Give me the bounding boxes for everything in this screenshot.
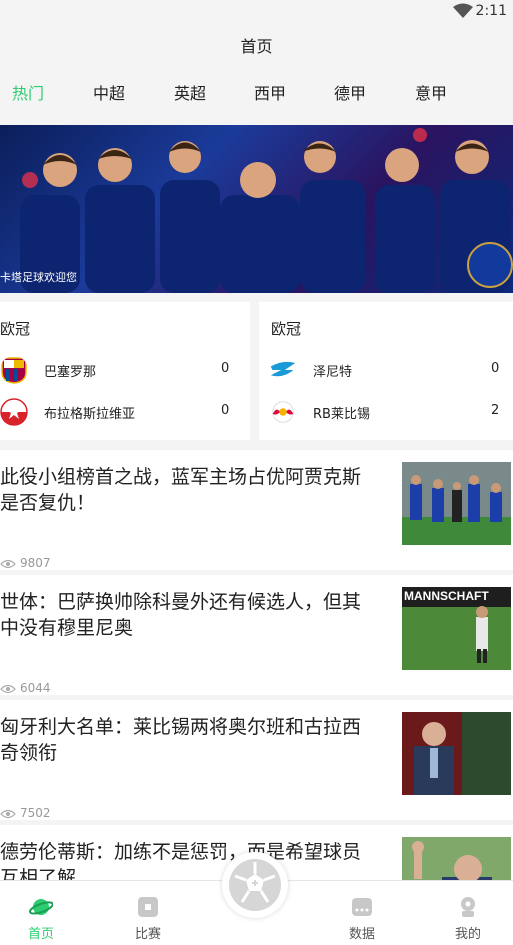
news-item[interactable]: 此役小组榜首之战，蓝军主场占优阿贾克斯是否复仇！ 9807 [0,450,513,570]
league-tabs: 热门 中超 英超 西甲 德甲 意甲 [0,72,513,116]
eye-icon [0,684,16,693]
match-card[interactable]: 欧冠 巴塞罗那 0 布拉格斯拉维亚 0 [0,302,250,440]
team-score: 0 [221,361,230,376]
banner-caption: 卡塔足球欢迎您 [0,271,77,284]
team-row: RB莱比锡 2 [269,398,513,428]
nav-label: 我的 [454,927,481,942]
nav-match[interactable]: 比赛 [118,881,178,942]
tab-seriea[interactable]: 意甲 [415,80,447,104]
nav-data[interactable]: 数据 [332,881,392,942]
data-icon [352,898,372,916]
center-ball-button[interactable] [222,852,288,918]
slavia-prague-logo-icon [0,398,28,426]
news-views: 7502 [0,806,51,820]
page-title: 首页 [0,22,513,72]
status-time: 2:11 [475,3,507,19]
eye-icon [0,809,16,818]
eye-icon [0,559,16,568]
tab-hot[interactable]: 热门 [12,80,44,104]
thumbnail-banner-text: MANNSCHAFT [404,589,489,603]
nav-label: 首页 [27,927,54,942]
tab-epl[interactable]: 英超 [174,80,206,104]
nav-label: 数据 [348,927,375,942]
banner-carousel[interactable]: 卡塔足球欢迎您 [0,125,513,293]
views-count: 6044 [20,681,51,695]
news-thumbnail [402,462,511,545]
match-league: 欧冠 [0,320,31,338]
team-name: 泽尼特 [313,365,353,380]
wifi-icon [453,3,473,18]
match-card[interactable]: 欧冠 泽尼特 0 RB莱比锡 2 [259,302,513,440]
nav-label: 比赛 [134,927,161,942]
planet-icon [29,899,53,915]
team-name: RB莱比锡 [313,407,370,422]
team-row: 巴塞罗那 0 [0,356,250,386]
news-item[interactable]: 匈牙利大名单：莱比锡两将奥尔班和古拉西奇领衔 7502 [0,700,513,820]
news-thumbnail: MANNSCHAFT [402,587,511,670]
team-name: 巴塞罗那 [44,365,97,380]
news-thumbnail [402,712,511,795]
banner-players-image [20,128,513,293]
status-bar: 2:11 [0,0,513,22]
news-title: 世体：巴萨换帅除科曼外还有候选人，但其中没有穆里尼奥 [0,591,362,639]
nav-home[interactable]: 首页 [11,881,71,942]
team-row: 泽尼特 0 [269,356,513,386]
rb-leipzig-logo-icon [272,401,294,423]
team-score: 0 [221,403,230,418]
team-name: 布拉格斯拉维亚 [44,407,136,422]
news-title: 匈牙利大名单：莱比锡两将奥尔班和古拉西奇领衔 [0,716,362,764]
barcelona-logo-icon [1,357,27,384]
views-count: 9807 [20,556,51,570]
team-score: 0 [491,361,500,376]
press-conference-photo [402,712,511,795]
tab-laliga[interactable]: 西甲 [254,80,286,104]
tab-csl[interactable]: 中超 [93,80,125,104]
team-row: 布拉格斯拉维亚 0 [0,398,250,428]
match-icon [138,897,158,917]
team-score: 2 [491,403,500,418]
profile-icon [461,897,475,917]
nav-profile[interactable]: 我的 [438,881,498,942]
news-title: 此役小组榜首之战，蓝军主场占优阿贾克斯是否复仇！ [0,466,362,514]
chelsea-match-photo [402,462,511,545]
soccer-ball-icon [229,859,281,911]
zenit-logo-icon [270,361,296,377]
match-league: 欧冠 [271,320,302,338]
news-views: 6044 [0,681,51,695]
views-count: 7502 [20,806,51,820]
tab-bundesliga[interactable]: 德甲 [334,80,366,104]
news-views: 9807 [0,556,51,570]
news-item[interactable]: 世体：巴萨换帅除科曼外还有候选人，但其中没有穆里尼奥 MANNSCHAFT 60… [0,575,513,695]
